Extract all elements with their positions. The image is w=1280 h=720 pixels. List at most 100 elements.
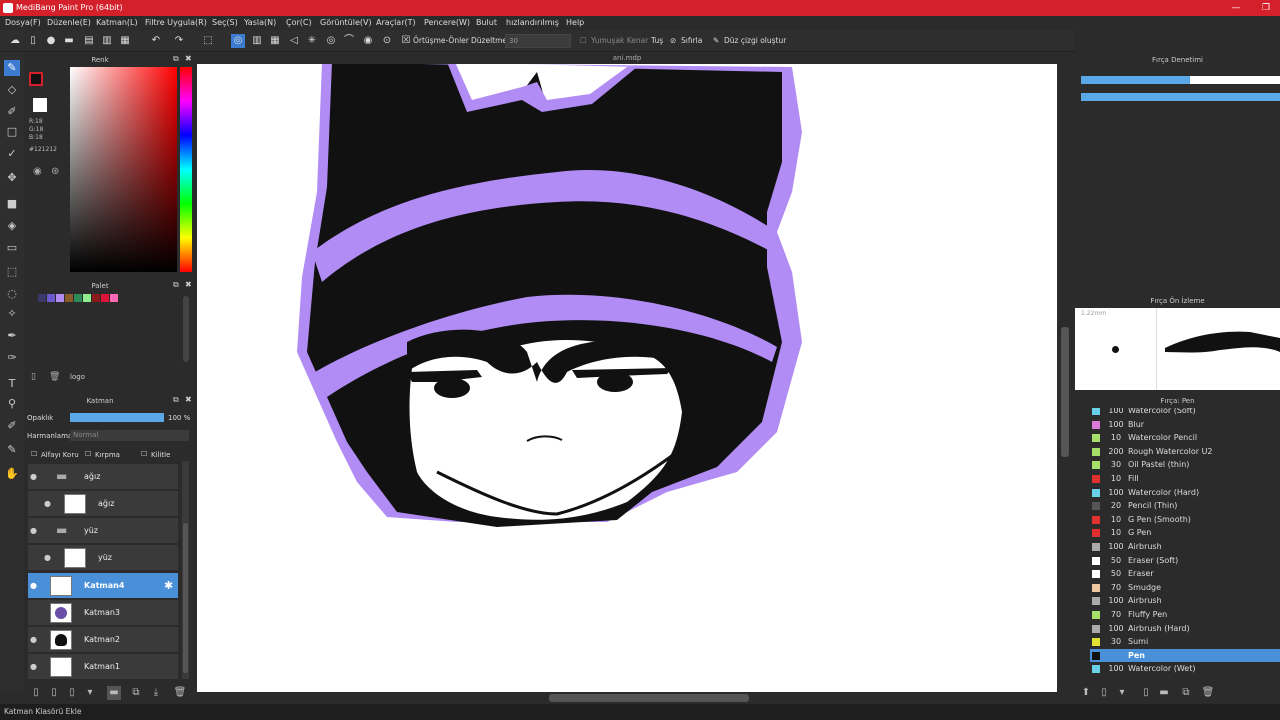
palette-swatch[interactable]: [110, 294, 118, 302]
line-tool-icon[interactable]: ✓: [4, 146, 20, 162]
select-tool-icon[interactable]: ⬚: [4, 264, 20, 280]
brush-item[interactable]: 70 Fluffy Pen: [1090, 608, 1280, 622]
undo-icon[interactable]: ↶: [149, 34, 163, 48]
new-layer-icon[interactable]: ▯: [29, 686, 43, 700]
brush-duplicate-icon[interactable]: ⧉: [1179, 686, 1193, 700]
brush-item[interactable]: 100 Airbrush: [1090, 540, 1280, 554]
menu-cloud[interactable]: Bulut: [476, 18, 497, 27]
add-folder-icon[interactable]: ▬: [107, 686, 121, 700]
palette-swatch[interactable]: [65, 294, 73, 302]
brush-item[interactable]: 50 Eraser: [1090, 567, 1280, 581]
snap-radial-icon[interactable]: ✳: [305, 34, 319, 48]
palette-swatch[interactable]: [29, 294, 37, 302]
color-eyedropper-icon[interactable]: ⊛: [51, 166, 59, 177]
hand-tool-icon[interactable]: ✋: [4, 466, 20, 482]
brush-size-slider[interactable]: [1081, 76, 1280, 84]
menu-window[interactable]: Pencere(W): [424, 18, 470, 27]
select-eraser-tool-icon[interactable]: ✑: [4, 350, 20, 366]
palette-swatch[interactable]: [56, 294, 64, 302]
brush-folder-icon[interactable]: ▬: [1157, 686, 1171, 700]
palette-scrollbar[interactable]: [183, 296, 189, 362]
selection-icon[interactable]: ⬚: [201, 34, 215, 48]
menu-color[interactable]: Çor(C): [286, 18, 312, 27]
brush-item[interactable]: 20 Pencil (Thin): [1090, 499, 1280, 513]
brush-item[interactable]: 30 Sumi: [1090, 635, 1280, 649]
brush-copy-icon[interactable]: ▯: [1139, 686, 1153, 700]
brush-item[interactable]: 10 Fill: [1090, 472, 1280, 486]
panel-close-icon[interactable]: ✖: [185, 54, 192, 63]
brush-item[interactable]: 100 Airbrush (Hard): [1090, 622, 1280, 636]
visibility-icon[interactable]: ●: [30, 635, 40, 645]
palette-close-icon[interactable]: ✖: [185, 280, 192, 289]
text-tool-icon[interactable]: T: [4, 376, 20, 392]
vertical-scrollbar[interactable]: [1057, 52, 1075, 692]
merge-layer-icon[interactable]: ⤓: [149, 686, 163, 700]
blend-mode-select[interactable]: Normal: [70, 430, 189, 441]
correction-input[interactable]: 30: [505, 34, 571, 48]
palette-swatch[interactable]: [101, 294, 109, 302]
brush-delete-icon[interactable]: 🗑: [1201, 686, 1215, 700]
save-as-icon[interactable]: ▤: [82, 34, 96, 48]
menu-view[interactable]: Görüntüle(V): [320, 18, 372, 27]
clipping-checkbox[interactable]: ☐: [85, 450, 91, 458]
shape-tool-icon[interactable]: □: [4, 124, 20, 140]
brush-add-icon[interactable]: ⬆: [1079, 686, 1093, 700]
layer-row[interactable]: ● ▬ yüz: [28, 518, 178, 544]
delete-layer-icon[interactable]: 🗑: [173, 686, 187, 700]
snap-grid-icon[interactable]: ▦: [268, 34, 282, 48]
brush-item[interactable]: 200 Rough Watercolor U2: [1090, 445, 1280, 459]
new-file-icon[interactable]: ▯: [26, 34, 40, 48]
redo-icon[interactable]: ↷: [172, 34, 186, 48]
brush-item[interactable]: 70 Smudge: [1090, 581, 1280, 595]
palette-swatch[interactable]: [83, 294, 91, 302]
snap-off-icon[interactable]: ◎: [231, 34, 245, 48]
soft-edge-checkbox[interactable]: ☐: [580, 36, 587, 45]
snap-curve-icon[interactable]: ⌒: [342, 34, 356, 48]
layer-scrollbar[interactable]: [182, 461, 189, 679]
eraser-tool-icon[interactable]: ◇: [4, 82, 20, 98]
straight-line-button[interactable]: Düz çizgi oluştur: [724, 36, 786, 45]
layer-row[interactable]: Katman3: [28, 600, 178, 626]
menu-timelapse[interactable]: hızlandırılmış: [506, 18, 559, 27]
vertical-scrollbar-thumb[interactable]: [1061, 327, 1069, 457]
layer-close-icon[interactable]: ✖: [185, 395, 192, 404]
brush-item[interactable]: 100 Watercolor (Wet): [1090, 662, 1280, 676]
brush-item[interactable]: 100 Watercolor (Hard): [1090, 486, 1280, 500]
drawing-canvas[interactable]: [197, 52, 1075, 692]
grid-icon[interactable]: ▦: [118, 34, 132, 48]
saturation-value-picker[interactable]: [70, 67, 177, 272]
snap-settings-icon[interactable]: ⊙: [380, 34, 394, 48]
lasso-tool-icon[interactable]: ◌: [4, 286, 20, 302]
new-8bit-layer-icon[interactable]: ▯: [65, 686, 79, 700]
secondary-color-swatch[interactable]: [33, 98, 47, 112]
new-halftone-layer-icon[interactable]: ▯: [47, 686, 61, 700]
layer-scrollbar-thumb[interactable]: [183, 523, 188, 673]
menu-edit[interactable]: Düzenle(E): [47, 18, 91, 27]
visibility-icon[interactable]: ●: [44, 553, 54, 563]
bucket-tool-icon[interactable]: ◈: [4, 218, 20, 234]
reset-button[interactable]: Sıfırla: [681, 36, 702, 45]
brush-item[interactable]: 100 Watercolor (Soft): [1090, 408, 1280, 418]
canvas-tab[interactable]: ani.mdp: [197, 52, 1057, 64]
palette-swatch[interactable]: [47, 294, 55, 302]
brush-item[interactable]: 100 Airbrush: [1090, 594, 1280, 608]
horizontal-scrollbar[interactable]: [197, 692, 1057, 704]
duplicate-layer-icon[interactable]: ⧉: [129, 686, 143, 700]
visibility-icon[interactable]: ●: [44, 499, 54, 509]
layer-row[interactable]: ● ▬ ağız: [28, 464, 178, 490]
layer-row-selected[interactable]: ● Katman4 ✱: [28, 573, 178, 599]
minimize-button[interactable]: —: [1222, 0, 1250, 16]
brush-tool-icon[interactable]: ✐: [4, 104, 20, 120]
opacity-slider[interactable]: [70, 413, 164, 422]
visibility-icon[interactable]: ●: [30, 526, 40, 536]
add-layer-menu-icon[interactable]: ▾: [83, 686, 97, 700]
snap-perspective-icon[interactable]: ◁: [287, 34, 301, 48]
divide-tool-icon[interactable]: ✐: [4, 418, 20, 434]
brush-item[interactable]: 10 Watercolor Pencil: [1090, 431, 1280, 445]
move-tool-icon[interactable]: ✥: [4, 170, 20, 186]
palette-add-icon[interactable]: ▯: [31, 372, 36, 382]
brush-opacity-slider[interactable]: [1081, 93, 1280, 101]
brush-item[interactable]: 50 Eraser (Soft): [1090, 554, 1280, 568]
menu-snap[interactable]: Yasla(N): [244, 18, 276, 27]
antialias-checkbox[interactable]: ☒: [399, 34, 413, 48]
